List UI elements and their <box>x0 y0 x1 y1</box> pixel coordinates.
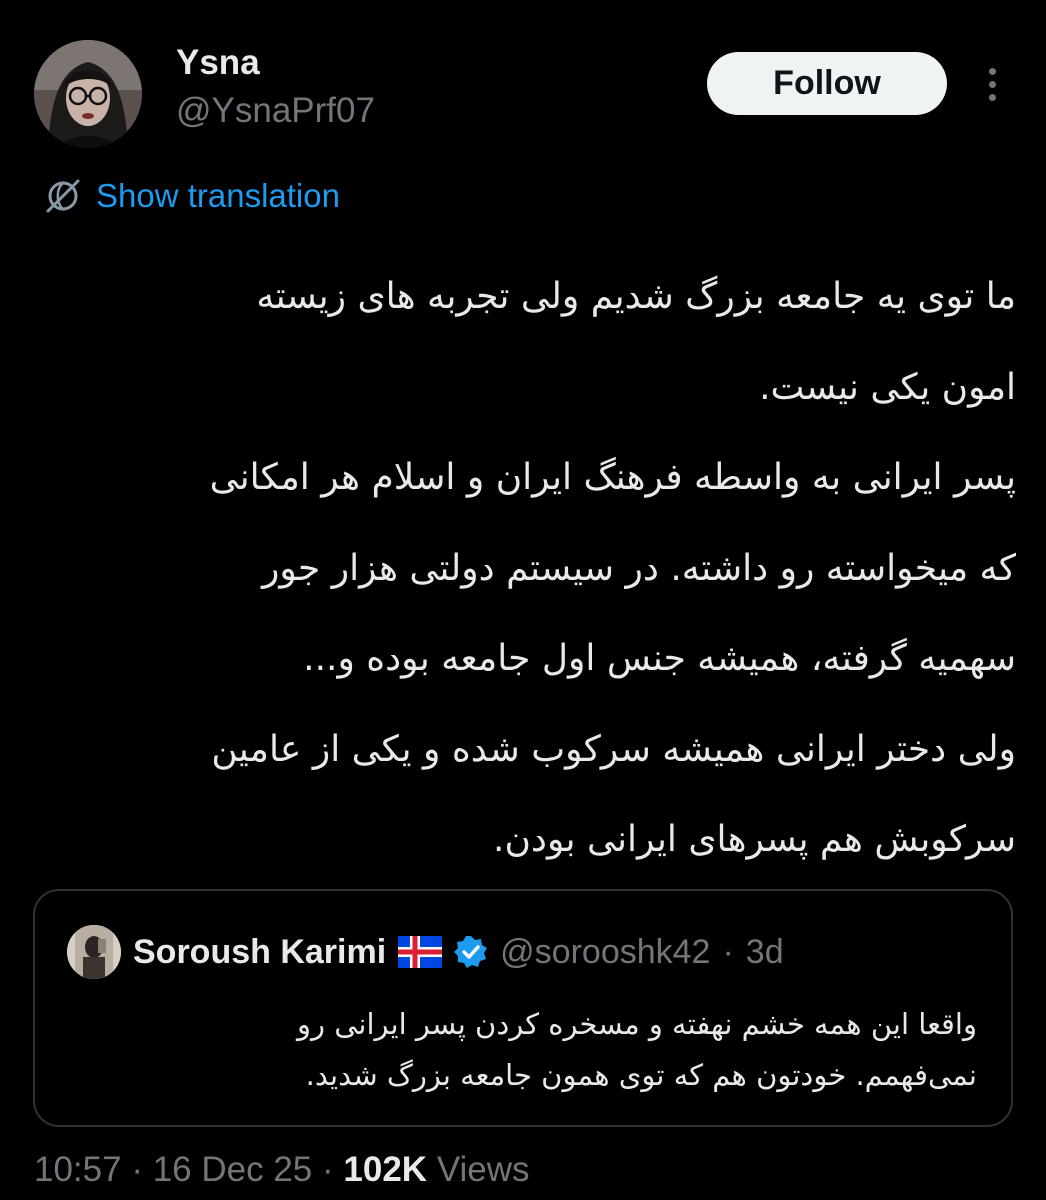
quoted-tweet-text-line: واقعا این همه خشم نهفته و مسخره کردن پسر… <box>297 1007 977 1041</box>
quoted-meta-separator: · <box>722 932 734 971</box>
quoted-tweet-card[interactable]: Soroush Karimi @sorooshk42 · 3d واقعا ای… <box>33 889 1013 1127</box>
tweet-text-line: که میخواسته رو داشته. در سیستم دولتی هزا… <box>262 547 1016 589</box>
tweet-text-line: امون یکی نیست. <box>759 366 1016 408</box>
meta-separator: · <box>322 1150 334 1189</box>
quoted-tweet-header: Soroush Karimi @sorooshk42 · 3d <box>133 929 784 975</box>
tweet-meta-row: 10:57 · 16 Dec 25 · 102K Views <box>34 1150 530 1190</box>
tweet-date[interactable]: 16 Dec 25 <box>153 1150 313 1189</box>
quoted-tweet-text-line: نمی‌فهمم. خودتون هم که توی همون جامعه بز… <box>305 1058 977 1092</box>
more-dots-icon <box>988 93 996 101</box>
author-avatar[interactable] <box>34 40 142 148</box>
translate-globe-icon <box>46 179 80 213</box>
quoted-tweet-age[interactable]: 3d <box>746 933 784 972</box>
tweet-text-line: ولی دختر ایرانی همیشه سرکوب شده و یکی از… <box>211 728 1016 770</box>
quoted-author-avatar-image <box>67 925 121 979</box>
tweet-text: ما توی یه جامعه بزرگ شدیم ولی تجربه های … <box>60 252 1016 886</box>
tweet-time[interactable]: 10:57 <box>34 1150 122 1189</box>
quoted-author-avatar[interactable] <box>67 925 121 979</box>
author-avatar-image <box>34 40 142 148</box>
more-dots-icon <box>988 67 996 75</box>
show-translation-label: Show translation <box>96 177 340 214</box>
tweet-text-line: سهمیه گرفته، همیشه جنس اول جامعه بوده و.… <box>303 638 1016 679</box>
quoted-author-handle[interactable]: @sorooshk42 <box>500 933 710 972</box>
tweet-text-line: ما توی یه جامعه بزرگ شدیم ولی تجربه های … <box>256 276 1016 317</box>
tweet-text-line: پسر ایرانی به واسطه فرهنگ ایران و اسلام … <box>209 457 1016 498</box>
quoted-author-name[interactable]: Soroush Karimi <box>133 933 386 972</box>
iceland-flag-icon <box>398 936 443 968</box>
more-options-button[interactable] <box>976 64 1008 104</box>
author-display-name[interactable]: Ysna <box>176 43 260 83</box>
follow-button[interactable]: Follow <box>707 52 947 115</box>
more-dots-icon <box>988 80 996 88</box>
author-handle[interactable]: @YsnaPrf07 <box>176 91 375 131</box>
views-label: Views <box>436 1150 530 1189</box>
verified-badge-icon <box>454 936 488 968</box>
show-translation-link[interactable]: Show translation <box>44 174 340 218</box>
tweet-text-line: سرکوبش هم پسرهای ایرانی بودن. <box>493 819 1016 860</box>
quoted-tweet-text: واقعا این همه خشم نهفته و مسخره کردن پسر… <box>77 999 977 1101</box>
meta-separator: · <box>131 1150 143 1189</box>
views-count[interactable]: 102K <box>343 1150 427 1189</box>
